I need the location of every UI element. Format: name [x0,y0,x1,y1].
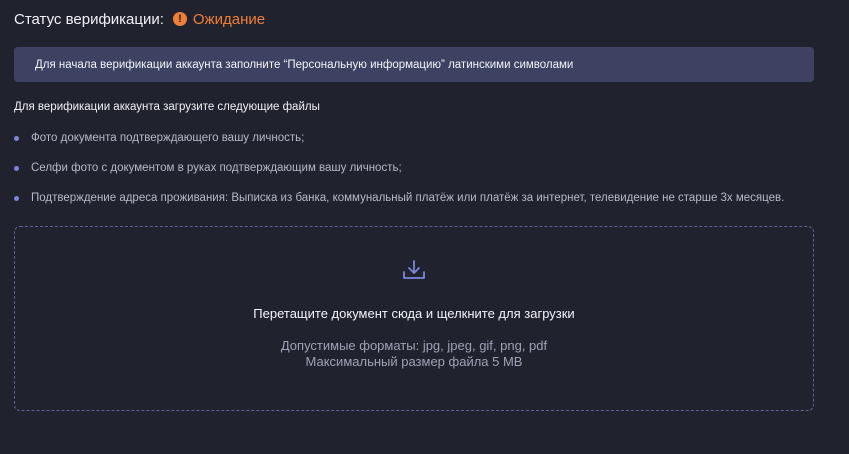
allowed-formats: Допустимые форматы: jpg, jpeg, gif, png,… [280,338,548,353]
info-notice: Для начала верификации аккаунта заполнит… [14,47,814,82]
list-item: Фото документа подтверждающего вашу личн… [14,130,784,146]
bullet-icon [14,195,19,201]
max-file-size: Максимальный размер файла 5 MB [305,354,523,369]
list-item-text: Подтверждение адреса проживания: Выписка… [31,192,785,204]
list-item-text: Селфи фото с документом в руках подтверж… [31,162,402,174]
dropzone-title: Перетащите документ сюда и щелкните для … [253,306,575,321]
requirements-title: Для верификации аккаунта загрузите следу… [14,101,320,113]
bullet-icon [14,135,19,141]
status-label: Статус верификации: [14,10,164,28]
notice-text: Для начала верификации аккаунта заполнит… [35,58,574,71]
list-item: Подтверждение адреса проживания: Выписка… [14,190,784,206]
verification-status: Статус верификации: ! Ожидание [14,9,265,29]
status-value: Ожидание [192,10,266,28]
download-icon [403,260,425,279]
file-dropzone[interactable]: Перетащите документ сюда и щелкните для … [14,226,814,411]
bullet-icon [14,165,19,171]
list-item: Селфи фото с документом в руках подтверж… [14,160,784,176]
exclamation-icon: ! [172,12,187,26]
list-item-text: Фото документа подтверждающего вашу личн… [31,132,305,144]
requirements-list: Фото документа подтверждающего вашу личн… [14,130,784,220]
